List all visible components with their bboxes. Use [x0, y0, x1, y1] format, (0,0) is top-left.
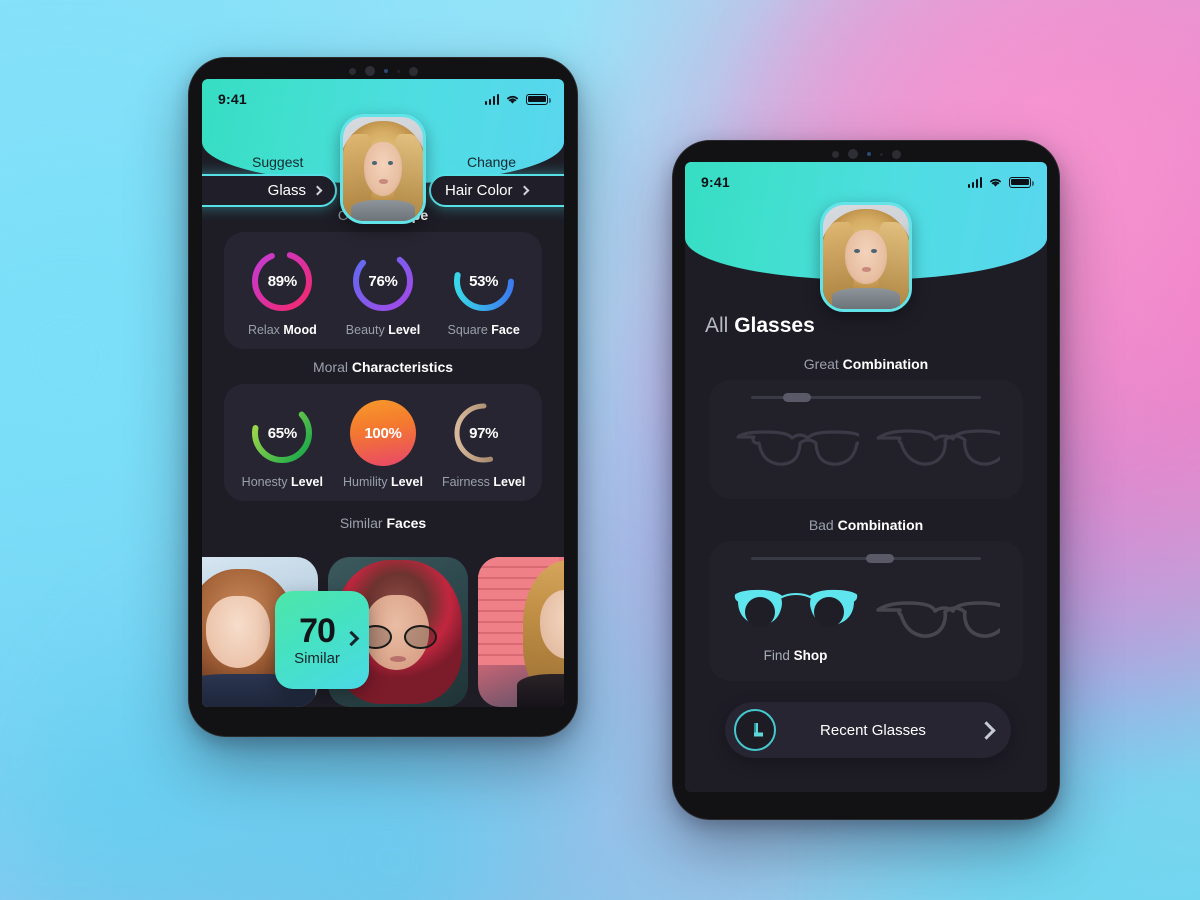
- metric-value: 65%: [267, 424, 297, 442]
- rectangle-glasses[interactable]: [733, 424, 865, 481]
- signal-icon: [967, 176, 982, 188]
- status-icon-group: [484, 93, 551, 105]
- metric-value: 76%: [368, 272, 398, 290]
- chevron-right-icon: [519, 185, 529, 196]
- left-status-bar: 9:41: [202, 79, 564, 113]
- phone-left-device: 9:41 Suggest Change Glass Hair Color 89%…: [188, 57, 578, 737]
- metric-value: 89%: [267, 272, 297, 290]
- overall-shape-card: 89% Relax Mood 76% Beauty Level 53% Squa…: [224, 232, 542, 349]
- round-glasses[interactable]: Find Shop: [733, 585, 859, 663]
- progress-ring-full: 100%: [349, 400, 416, 466]
- wifi-icon: [990, 178, 1001, 187]
- metric-label: Relax Mood: [247, 323, 317, 337]
- metric-label: Fairness Level: [441, 475, 526, 489]
- list-item[interactable]: [478, 557, 564, 707]
- chevron-right-icon: [312, 185, 323, 196]
- similar-count-label: Similar: [294, 649, 340, 667]
- right-screen-body: All Glasses Great Combination Bad Combin…: [685, 292, 1047, 792]
- chevron-right-icon: [343, 630, 360, 647]
- metric-value: 53%: [469, 272, 499, 290]
- notch-sensors: [672, 149, 1060, 159]
- metric-label: Humility Level: [343, 475, 423, 489]
- section-title-bad-combination: Bad Combination: [808, 517, 924, 533]
- recent-glasses-label: Recent Glasses: [820, 721, 926, 739]
- screenshot-stage: 9:41 Suggest Change Glass Hair Color 89%…: [0, 0, 1200, 900]
- phone-right-screen: 9:41 All Glasses Great Combination Bad C…: [685, 162, 1047, 792]
- progress-ring: 76%: [350, 248, 416, 314]
- metric-square-face[interactable]: 53% Square Face: [434, 248, 534, 337]
- suggest-caption: Suggest: [252, 154, 304, 170]
- chevron-right-icon: [977, 720, 996, 740]
- moral-characteristics-card: 65% Honesty Level 100% Humility Level 97…: [224, 384, 542, 501]
- battery-icon: [526, 93, 551, 105]
- bad-combination-card: Find Shop: [709, 541, 1023, 681]
- section-title-similar-faces: Similar Faces: [339, 515, 427, 531]
- change-hair-color-label: Hair Color: [445, 182, 513, 199]
- battery-icon: [1009, 176, 1034, 188]
- right-status-bar: 9:41: [685, 162, 1047, 196]
- wifi-icon: [507, 95, 518, 104]
- great-combination-glasses: [709, 410, 1023, 481]
- avatar[interactable]: [820, 202, 912, 312]
- metric-honesty-level[interactable]: 65% Honesty Level: [232, 400, 332, 489]
- avatar[interactable]: [340, 114, 426, 224]
- bad-combination-glasses: Find Shop: [709, 571, 1023, 663]
- metric-fairness-level[interactable]: 97% Fairness Level: [434, 400, 534, 489]
- phone-left-screen: 9:41 Suggest Change Glass Hair Color 89%…: [202, 79, 564, 707]
- great-combination-card: [709, 380, 1023, 499]
- metric-label: Square Face: [447, 323, 520, 337]
- status-time: 9:41: [701, 174, 730, 190]
- status-icon-group: [967, 176, 1034, 188]
- signal-icon: [484, 93, 499, 105]
- left-screen-body: Overall Shape 89%: [202, 197, 564, 707]
- metric-label: Beauty Level: [345, 323, 421, 337]
- suggest-glass-label: Glass: [267, 182, 306, 199]
- similar-count: 70: [299, 611, 336, 650]
- progress-ring: 65%: [249, 400, 315, 466]
- notch-sensors: [188, 66, 578, 76]
- change-caption: Change: [466, 154, 516, 170]
- progress-ring: 53%: [451, 248, 517, 314]
- status-time: 9:41: [218, 91, 247, 107]
- metric-beauty-level[interactable]: 76% Beauty Level: [333, 248, 433, 337]
- phone-right-device: 9:41 All Glasses Great Combination Bad C…: [672, 140, 1060, 820]
- similar-faces-strip[interactable]: 70 Similar: [202, 557, 564, 707]
- metric-humility-level[interactable]: 100% Humility Level: [333, 400, 433, 489]
- metric-label: Honesty Level: [241, 475, 323, 489]
- similar-count-badge[interactable]: 70 Similar: [275, 591, 369, 689]
- bad-combination-slider[interactable]: [751, 554, 981, 563]
- metric-value: 100%: [364, 424, 402, 442]
- suggest-glass-button[interactable]: Glass: [202, 174, 337, 207]
- find-shop-label[interactable]: Find Shop: [733, 648, 859, 663]
- slider-knob[interactable]: [866, 554, 894, 563]
- change-hair-color-button[interactable]: Hair Color: [429, 174, 564, 207]
- cat-eye-glasses[interactable]: [874, 424, 1012, 481]
- metric-value: 97%: [469, 424, 499, 442]
- progress-ring: 89%: [249, 248, 315, 314]
- metric-relax-mood[interactable]: 89% Relax Mood: [232, 248, 332, 337]
- great-combination-slider[interactable]: [751, 393, 981, 402]
- section-title-great-combination: Great Combination: [803, 356, 929, 372]
- recent-glasses-button[interactable]: Recent Glasses: [725, 702, 1011, 758]
- slider-knob[interactable]: [783, 393, 812, 402]
- progress-ring: 97%: [451, 400, 517, 466]
- cat-eye-glasses-dark[interactable]: [874, 596, 1013, 653]
- section-title-moral-characteristics: Moral Characteristics: [312, 359, 454, 375]
